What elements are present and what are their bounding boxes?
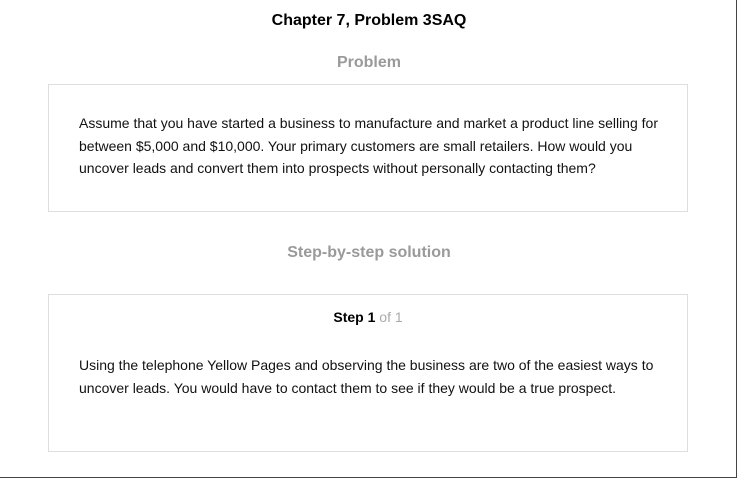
step-label: Step [333,309,364,325]
solution-card: Step 1 of 1 Using the telephone Yellow P… [48,294,688,452]
step-of-total: of 1 [379,309,403,325]
solution-heading: Step-by-step solution [287,244,451,261]
page-title: Chapter 7, Problem 3SAQ [271,12,467,29]
step-number: 1 [367,309,376,325]
step-header: Step 1 of 1 [49,308,687,326]
problem-card: Assume that you have started a business … [48,84,688,212]
problem-text: Assume that you have started a business … [79,115,658,176]
problem-heading: Problem [336,54,401,71]
solution-text: Using the telephone Yellow Pages and obs… [79,357,654,396]
